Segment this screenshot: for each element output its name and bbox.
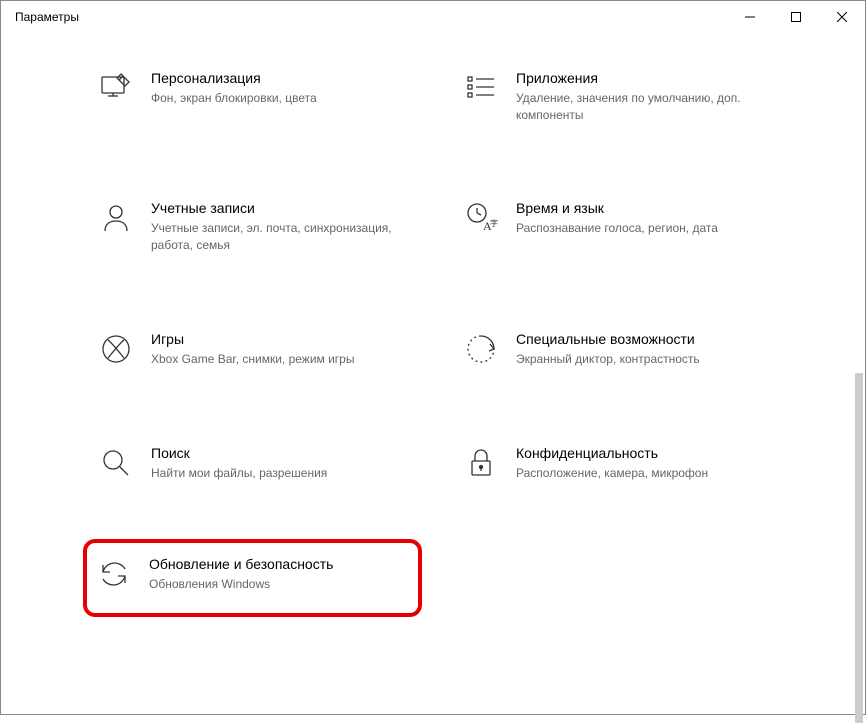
category-text: Специальные возможности Экранный диктор,… bbox=[516, 330, 767, 368]
category-desc: Фон, экран блокировки, цвета bbox=[151, 90, 402, 107]
settings-window: Параметры bbox=[0, 0, 866, 715]
category-title: Учетные записи bbox=[151, 199, 402, 218]
person-icon bbox=[99, 201, 133, 235]
category-desc: Экранный диктор, контрастность bbox=[516, 351, 767, 368]
maximize-button[interactable] bbox=[773, 1, 819, 33]
category-desc: Расположение, камера, микрофон bbox=[516, 465, 767, 482]
maximize-icon bbox=[791, 12, 801, 22]
window-title: Параметры bbox=[15, 10, 79, 24]
settings-content: Персонализация Фон, экран блокировки, цв… bbox=[1, 33, 865, 714]
clock-language-icon: A 字 bbox=[464, 201, 498, 235]
minimize-icon bbox=[745, 12, 755, 22]
category-text: Обновление и безопасность Обновления Win… bbox=[149, 555, 404, 593]
category-ease-of-access[interactable]: Специальные возможности Экранный диктор,… bbox=[458, 324, 773, 374]
category-desc: Обновления Windows bbox=[149, 576, 404, 593]
category-text: Игры Xbox Game Bar, снимки, режим игры bbox=[151, 330, 402, 368]
category-title: Поиск bbox=[151, 444, 402, 463]
apps-list-icon bbox=[464, 71, 498, 105]
category-desc: Удаление, значения по умолчанию, доп. ко… bbox=[516, 90, 767, 124]
category-text: Персонализация Фон, экран блокировки, цв… bbox=[151, 69, 402, 107]
lock-icon bbox=[464, 446, 498, 480]
category-apps[interactable]: Приложения Удаление, значения по умолчан… bbox=[458, 63, 773, 129]
category-desc: Xbox Game Bar, снимки, режим игры bbox=[151, 351, 402, 368]
window-controls bbox=[727, 1, 865, 33]
ease-of-access-icon bbox=[464, 332, 498, 366]
category-time-language[interactable]: A 字 Время и язык Распознавание голоса, р… bbox=[458, 193, 773, 259]
xbox-icon bbox=[99, 332, 133, 366]
category-title: Приложения bbox=[516, 69, 767, 88]
category-title: Специальные возможности bbox=[516, 330, 767, 349]
search-icon bbox=[99, 446, 133, 480]
titlebar: Параметры bbox=[1, 1, 865, 33]
category-title: Время и язык bbox=[516, 199, 767, 218]
category-text: Поиск Найти мои файлы, разрешения bbox=[151, 444, 402, 482]
category-title: Обновление и безопасность bbox=[149, 555, 404, 574]
category-gaming[interactable]: Игры Xbox Game Bar, снимки, режим игры bbox=[93, 324, 408, 374]
category-text: Время и язык Распознавание голоса, регио… bbox=[516, 199, 767, 237]
category-title: Игры bbox=[151, 330, 402, 349]
close-icon bbox=[837, 12, 847, 22]
category-text: Приложения Удаление, значения по умолчан… bbox=[516, 69, 767, 123]
highlight-frame: Обновление и безопасность Обновления Win… bbox=[83, 539, 422, 617]
category-title: Персонализация bbox=[151, 69, 402, 88]
category-privacy[interactable]: Конфиденциальность Расположение, камера,… bbox=[458, 438, 773, 488]
category-desc: Найти мои файлы, разрешения bbox=[151, 465, 402, 482]
category-desc: Распознавание голоса, регион, дата bbox=[516, 220, 767, 237]
category-personalization[interactable]: Персонализация Фон, экран блокировки, цв… bbox=[93, 63, 408, 129]
category-desc: Учетные записи, эл. почта, синхронизация… bbox=[151, 220, 402, 254]
category-search[interactable]: Поиск Найти мои файлы, разрешения bbox=[93, 438, 408, 488]
category-title: Конфиденциальность bbox=[516, 444, 767, 463]
minimize-button[interactable] bbox=[727, 1, 773, 33]
paintbrush-icon bbox=[99, 71, 133, 105]
close-button[interactable] bbox=[819, 1, 865, 33]
category-update-security[interactable]: Обновление и безопасность Обновления Win… bbox=[97, 555, 404, 593]
category-text: Учетные записи Учетные записи, эл. почта… bbox=[151, 199, 402, 253]
category-text: Конфиденциальность Расположение, камера,… bbox=[516, 444, 767, 482]
sync-icon bbox=[97, 557, 131, 591]
svg-text:字: 字 bbox=[490, 218, 498, 228]
categories-grid: Персонализация Фон, экран блокировки, цв… bbox=[93, 63, 773, 597]
scrollbar[interactable] bbox=[855, 373, 863, 723]
category-accounts[interactable]: Учетные записи Учетные записи, эл. почта… bbox=[93, 193, 408, 259]
